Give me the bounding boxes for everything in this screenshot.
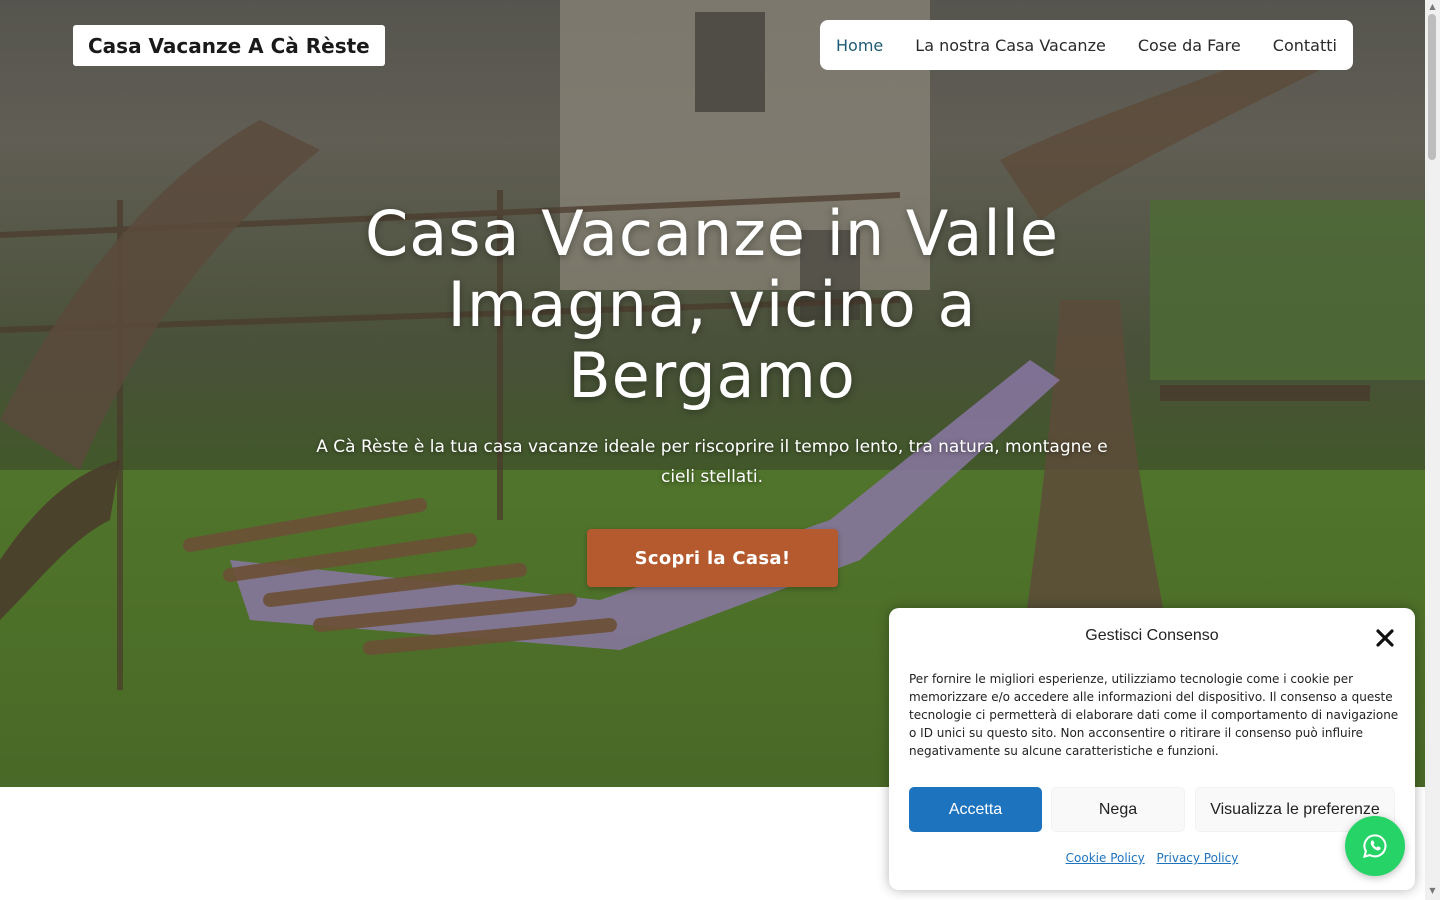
hero-title: Casa Vacanze in Valle Imagna, vicino a B…: [364, 197, 1060, 412]
privacy-policy-link[interactable]: Privacy Policy: [1157, 851, 1239, 865]
whatsapp-chat-button[interactable]: [1345, 816, 1405, 876]
nav-item-contatti[interactable]: Contatti: [1273, 36, 1337, 55]
cookie-policy-link[interactable]: Cookie Policy: [1066, 851, 1145, 865]
scrollbar-thumb[interactable]: [1428, 14, 1436, 160]
scroll-down-arrow-icon[interactable]: ▼: [1427, 886, 1438, 896]
cookie-panel-title: Gestisci Consenso: [1085, 627, 1219, 644]
nav-item-cose-da-fare[interactable]: Cose da Fare: [1138, 36, 1241, 55]
site-brand[interactable]: Casa Vacanze A Cà Rèste: [73, 25, 385, 66]
cookie-consent-panel: Gestisci Consenso Per fornire le miglior…: [889, 608, 1415, 890]
whatsapp-icon: [1363, 834, 1387, 858]
nav-item-casa-vacanze[interactable]: La nostra Casa Vacanze: [915, 36, 1106, 55]
close-icon[interactable]: [1373, 626, 1397, 650]
main-nav: Home La nostra Casa Vacanze Cose da Fare…: [820, 20, 1353, 70]
accept-button[interactable]: Accetta: [909, 787, 1042, 832]
scroll-up-arrow-icon[interactable]: ▲: [1427, 2, 1438, 12]
deny-button[interactable]: Nega: [1051, 787, 1185, 832]
cookie-policy-links: Cookie Policy Privacy Policy: [889, 851, 1415, 865]
cookie-panel-message: Per fornire le migliori esperienze, util…: [909, 672, 1399, 758]
nav-item-home[interactable]: Home: [836, 36, 883, 55]
discover-house-button[interactable]: Scopri la Casa!: [587, 529, 838, 587]
hero-subtitle: A Cà Rèste è la tua casa vacanze ideale …: [316, 437, 1108, 487]
